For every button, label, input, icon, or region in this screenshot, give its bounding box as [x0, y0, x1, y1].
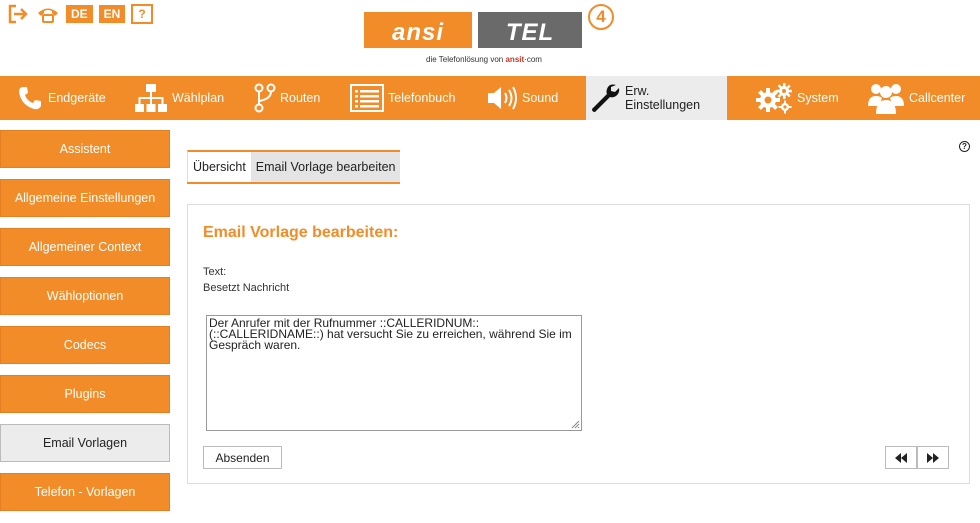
- sidebar-item-telefon-vorlagen[interactable]: Telefon - Vorlagen: [0, 473, 170, 511]
- nav-item-routen[interactable]: Routen: [254, 76, 320, 120]
- nav-label: Callcenter: [909, 91, 966, 105]
- help-button[interactable]: ?: [131, 4, 153, 24]
- tab-bar: Übersicht Email Vorlage bearbeiten: [187, 150, 401, 184]
- sidebar-item-allgemeine-einstellungen[interactable]: Allgemeine Einstellungen: [0, 179, 170, 217]
- nav-label: Routen: [280, 91, 321, 105]
- utility-icons: DE EN ?: [8, 4, 153, 24]
- tagline-brand: ansit: [505, 55, 525, 64]
- logo-text-right: TEL: [505, 19, 555, 46]
- tab-email-vorlage-bearbeiten[interactable]: Email Vorlage bearbeiten: [250, 150, 401, 182]
- previous-button[interactable]: [885, 446, 917, 469]
- speaker-icon: [488, 86, 517, 110]
- wrench-icon: [592, 84, 620, 112]
- main-nav: Endgeräte Wählplan Routen Telefonbuch So…: [0, 76, 980, 120]
- submit-button[interactable]: Absenden: [203, 446, 282, 469]
- gears-icon: [756, 83, 792, 114]
- tagline-prefix: die Telefonlösung von: [426, 55, 504, 64]
- sidebar-item-codecs[interactable]: Codecs: [0, 326, 170, 364]
- nav-label: Wählplan: [172, 91, 225, 105]
- nav-label: Erw. Einstellungen: [625, 84, 701, 112]
- nav-item-erw-einstellungen[interactable]: Erw. Einstellungen: [586, 76, 727, 120]
- logo-text-left: ansi: [391, 19, 445, 46]
- nav-label: System: [797, 91, 839, 105]
- logo-block-right: TEL: [478, 12, 582, 48]
- version-badge: 4: [588, 4, 614, 30]
- fast-forward-icon: [927, 452, 939, 463]
- nav-label: Telefonbuch: [388, 91, 456, 105]
- nav-item-callcenter[interactable]: Callcenter: [867, 76, 965, 120]
- rewind-icon: [895, 452, 907, 463]
- sidebar-item-email-vorlagen[interactable]: Email Vorlagen: [0, 424, 170, 462]
- logo-block-left: ansi: [364, 12, 472, 48]
- nav-label: Endgeräte: [48, 91, 106, 105]
- users-icon: [868, 84, 904, 114]
- nav-item-telefonbuch[interactable]: Telefonbuch: [350, 76, 455, 120]
- sidebar-item-allgemeiner-context[interactable]: Allgemeiner Context: [0, 228, 170, 266]
- lang-en-button[interactable]: EN: [98, 5, 126, 23]
- edit-panel: Email Vorlage bearbeiten: Text: Besetzt …: [187, 204, 970, 484]
- sidebar-item-assistent[interactable]: Assistent: [0, 130, 170, 168]
- nav-item-endgeraete[interactable]: Endgeräte: [16, 76, 106, 120]
- tagline-suffix: com: [526, 55, 542, 64]
- sidebar: Assistent Allgemeine Einstellungen Allge…: [0, 130, 170, 522]
- nav-item-system[interactable]: System: [755, 76, 839, 120]
- lang-de-button[interactable]: DE: [66, 5, 93, 23]
- nav-label: Sound: [522, 91, 559, 105]
- textarea-content: Der Anrufer mit der Rufnummer ::CALLERID…: [209, 316, 572, 352]
- message-textarea[interactable]: Der Anrufer mit der Rufnummer ::CALLERID…: [206, 315, 582, 431]
- text-field-label: Text:: [203, 266, 227, 278]
- list-icon: [350, 84, 384, 112]
- phone-icon[interactable]: [36, 4, 60, 24]
- panel-title: Email Vorlage bearbeiten:: [203, 224, 399, 241]
- route-icon: [254, 83, 276, 113]
- sidebar-item-waehloptionen[interactable]: Wähloptionen: [0, 277, 170, 315]
- logo-tagline: die Telefonlösung von ansit·com: [426, 55, 542, 64]
- logout-icon[interactable]: [8, 4, 30, 24]
- nav-item-sound[interactable]: Sound: [486, 76, 558, 120]
- resize-grip-icon[interactable]: [570, 419, 580, 429]
- tab-uebersicht[interactable]: Übersicht: [187, 150, 251, 182]
- phone-icon: [19, 87, 41, 110]
- sitemap-icon: [135, 84, 167, 112]
- next-button[interactable]: [917, 446, 949, 469]
- pager: [885, 446, 949, 469]
- text-field-sublabel: Besetzt Nachricht: [203, 282, 290, 294]
- sidebar-item-plugins[interactable]: Plugins: [0, 375, 170, 413]
- nav-item-waehlplan[interactable]: Wählplan: [134, 76, 224, 120]
- header: DE EN ? ansi TEL 4 die Telefonlösung von…: [0, 0, 980, 76]
- help-icon[interactable]: ?: [959, 141, 970, 152]
- ansitel-logo: ansi TEL 4 die Telefonlösung von ansit·c…: [364, 4, 624, 70]
